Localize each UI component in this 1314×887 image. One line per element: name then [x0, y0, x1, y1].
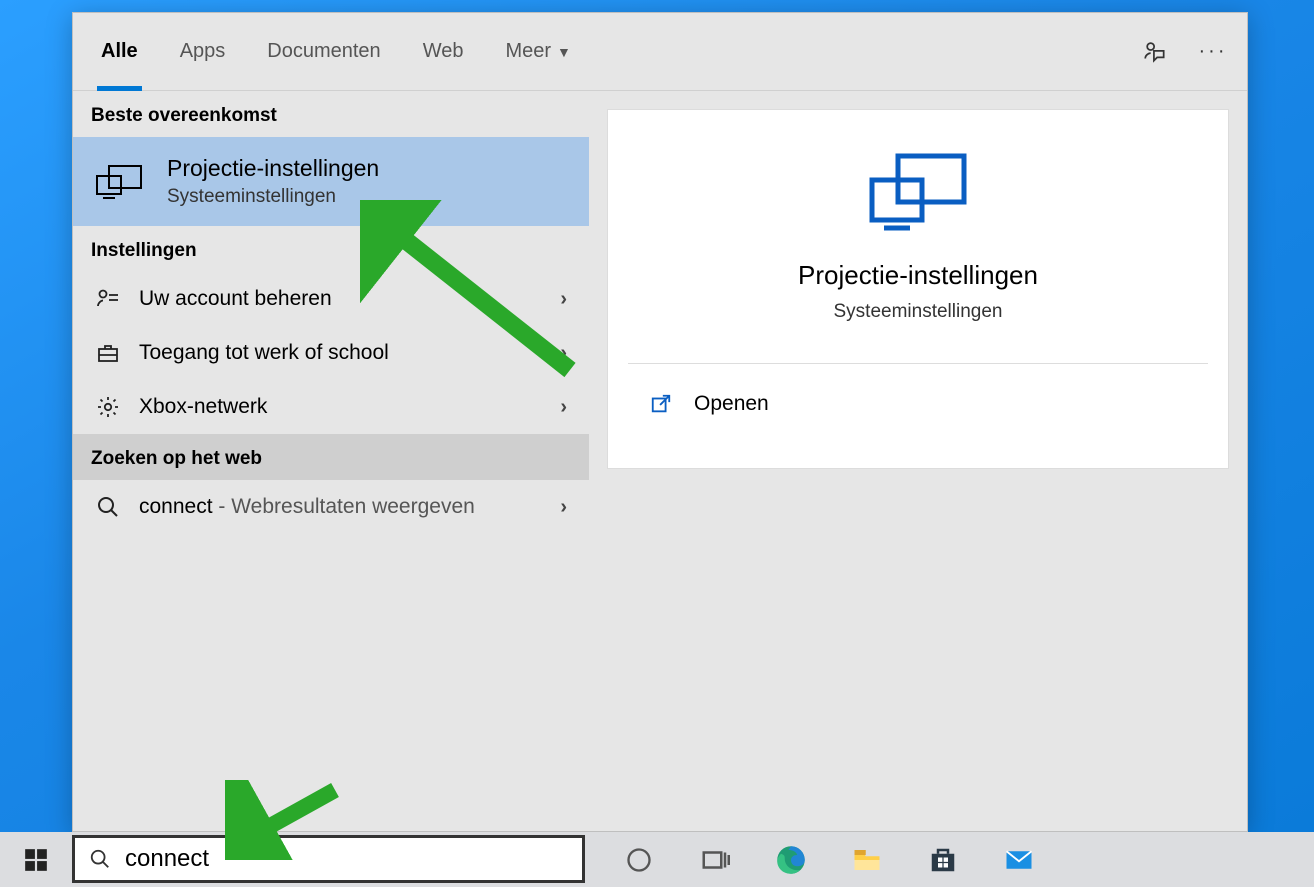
tab-more[interactable]: Meer ▼: [497, 13, 578, 90]
settings-row-work-school[interactable]: Toegang tot werk of school ›: [73, 326, 589, 380]
tab-web-label: Web: [423, 40, 464, 63]
tab-all-label: Alle: [101, 40, 138, 63]
file-explorer-icon[interactable]: [851, 844, 883, 876]
web-search-suffix: - Webresultaten weergeven: [213, 495, 475, 518]
open-icon: [650, 393, 672, 415]
search-icon: [95, 494, 121, 520]
best-match-subtitle: Systeeminstellingen: [167, 186, 379, 208]
preview-title: Projectie-instellingen: [798, 260, 1038, 291]
settings-row-account[interactable]: Uw account beheren ›: [73, 272, 589, 326]
preview-open-action[interactable]: Openen: [628, 364, 1208, 444]
ellipsis-icon[interactable]: ···: [1199, 38, 1227, 66]
chevron-right-icon: ›: [560, 342, 567, 365]
task-view-icon[interactable]: [699, 844, 731, 876]
tab-documents[interactable]: Documenten: [259, 13, 388, 90]
section-best-match: Beste overeenkomst: [73, 91, 589, 137]
settings-row-label: Xbox-netwerk: [139, 395, 267, 419]
mail-icon[interactable]: [1003, 844, 1035, 876]
tab-documents-label: Documenten: [267, 40, 380, 63]
web-search-term: connect: [139, 495, 213, 518]
tab-more-label: Meer: [505, 40, 551, 63]
best-match-title: Projectie-instellingen: [167, 155, 379, 182]
preview-subtitle: Systeeminstellingen: [834, 301, 1003, 323]
chevron-right-icon: ›: [560, 396, 567, 419]
web-search-label: connect - Webresultaten weergeven: [139, 495, 475, 519]
tab-web[interactable]: Web: [415, 13, 472, 90]
edge-browser-icon[interactable]: [775, 844, 807, 876]
taskbar-search-input[interactable]: [125, 845, 568, 873]
web-search-row[interactable]: connect - Webresultaten weergeven ›: [73, 480, 589, 534]
tab-apps-label: Apps: [180, 40, 226, 63]
taskbar: [0, 832, 1314, 887]
cortana-icon[interactable]: [623, 844, 655, 876]
microsoft-store-icon[interactable]: [927, 844, 959, 876]
briefcase-icon: [95, 340, 121, 366]
taskbar-search-box[interactable]: [72, 835, 585, 883]
search-results-panel: Alle Apps Documenten Web Meer ▼ ··· Best…: [72, 12, 1248, 832]
start-button[interactable]: [0, 832, 72, 887]
chevron-down-icon: ▼: [557, 44, 571, 60]
preview-open-label: Openen: [694, 392, 769, 416]
best-match-result[interactable]: Projectie-instellingen Systeeminstelling…: [73, 137, 589, 226]
settings-row-xbox[interactable]: Xbox-netwerk ›: [73, 380, 589, 434]
settings-row-label: Toegang tot werk of school: [139, 341, 389, 365]
search-icon: [89, 848, 111, 870]
chevron-right-icon: ›: [560, 288, 567, 311]
search-tabs-bar: Alle Apps Documenten Web Meer ▼ ···: [73, 13, 1247, 91]
results-preview-column: Projectie-instellingen Systeeminstelling…: [589, 91, 1247, 831]
chevron-right-icon: ›: [560, 496, 567, 519]
settings-row-label: Uw account beheren: [139, 287, 332, 311]
section-web-search: Zoeken op het web: [73, 434, 589, 480]
feedback-icon[interactable]: [1141, 38, 1169, 66]
tab-apps[interactable]: Apps: [172, 13, 234, 90]
tab-all[interactable]: Alle: [93, 13, 146, 90]
account-icon: [95, 286, 121, 312]
projection-icon: [95, 162, 143, 202]
projection-icon: [868, 152, 968, 232]
gear-icon: [95, 394, 121, 420]
preview-card: Projectie-instellingen Systeeminstelling…: [607, 109, 1229, 469]
section-settings: Instellingen: [73, 226, 589, 272]
results-left-column: Beste overeenkomst Projectie-instellinge…: [73, 91, 589, 831]
